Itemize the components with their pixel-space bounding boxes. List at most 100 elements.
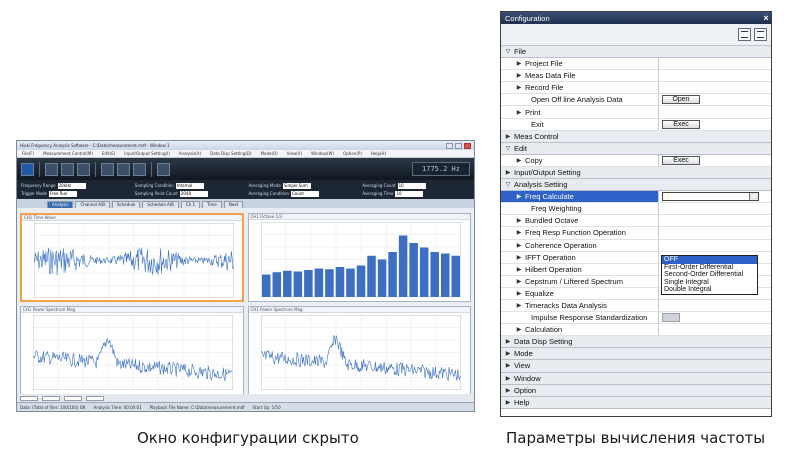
collapsed-arrow-icon[interactable]: ▶ — [515, 242, 523, 249]
exec-button[interactable]: Exec — [662, 155, 700, 165]
impulse-toggle-button[interactable] — [662, 313, 680, 323]
menu-item[interactable]: File(F) — [22, 151, 34, 156]
collapsed-arrow-icon[interactable]: ▶ — [504, 399, 512, 406]
collapse-all-icon[interactable] — [754, 28, 767, 41]
menu-item[interactable]: Measurement Control(M) — [43, 151, 93, 156]
chevron-down-icon[interactable]: ▼ — [749, 193, 758, 201]
config-row-timeracks-data-analysis[interactable]: ▶ Timeracks Data Analysis — [501, 299, 771, 313]
collapsed-arrow-icon[interactable]: ▶ — [504, 362, 512, 369]
config-row-meas-data-file[interactable]: ▶ Meas Data File — [501, 70, 771, 83]
config-row-freq-calculate[interactable]: ▶ Freq Calculate OFF ▼ — [501, 191, 771, 204]
control-box[interactable] — [64, 395, 82, 401]
config-row-option[interactable]: ▶ Option — [501, 384, 771, 397]
tab-next[interactable]: Next — [223, 201, 244, 208]
param-value[interactable]: 2048 — [179, 190, 208, 197]
minimize-button[interactable] — [446, 142, 453, 149]
octave-plot[interactable]: CH1 Octave 1/3 — [247, 213, 471, 302]
config-row-input-output-setting[interactable]: ▶ Input/Output Setting — [501, 166, 771, 180]
config-row-record-file[interactable]: ▶ Record File — [501, 82, 771, 95]
tab-schedule-a-b[interactable]: Schedule A/B — [142, 201, 179, 208]
control-box[interactable] — [20, 395, 38, 401]
tab-ch-1[interactable]: Ch 1 — [180, 201, 201, 208]
collapsed-arrow-icon[interactable]: ▶ — [515, 193, 523, 200]
collapsed-arrow-icon[interactable]: ▶ — [504, 169, 512, 176]
config-row-edit[interactable]: ▽ Edit — [501, 142, 771, 155]
collapsed-arrow-icon[interactable]: ▶ — [515, 290, 523, 297]
collapsed-arrow-icon[interactable]: ▶ — [504, 387, 512, 394]
dropdown-option[interactable]: First-Order Differential — [662, 264, 757, 272]
tab-schedule[interactable]: Schedule — [112, 201, 141, 208]
config-row-file[interactable]: ▽ File — [501, 46, 771, 59]
menu-item[interactable]: Window(W) — [311, 151, 334, 156]
menu-item[interactable]: Data Disp Setting(D) — [210, 151, 251, 156]
dropdown-option[interactable]: Single Integral — [662, 279, 757, 287]
config-row-freq-weighting[interactable]: Freq Weighting — [501, 203, 771, 216]
start-icon[interactable] — [21, 162, 34, 176]
menu-item[interactable]: Mode(O) — [261, 151, 278, 156]
collapsed-arrow-icon[interactable]: ▶ — [515, 254, 523, 261]
param-value[interactable]: Simple Sum — [282, 182, 311, 189]
save-icon[interactable] — [101, 162, 114, 176]
auto-icon[interactable] — [77, 162, 90, 176]
collapsed-arrow-icon[interactable]: ▶ — [504, 133, 512, 140]
menu-item[interactable]: Edit(E) — [102, 151, 115, 156]
collapsed-arrow-icon[interactable]: ▶ — [515, 217, 523, 224]
menu-item[interactable]: View(V) — [287, 151, 302, 156]
param-value[interactable]: Internal — [175, 182, 204, 189]
collapsed-arrow-icon[interactable]: ▶ — [515, 302, 523, 309]
config-row-view[interactable]: ▶ View — [501, 360, 771, 373]
collapsed-arrow-icon[interactable]: ▶ — [515, 266, 523, 273]
collapsed-arrow-icon[interactable]: ▶ — [515, 278, 523, 285]
param-value[interactable]: 20kHz — [57, 182, 86, 189]
menu-item[interactable]: Analysis(A) — [179, 151, 201, 156]
expanded-arrow-icon[interactable]: ▽ — [504, 145, 512, 152]
menu-item[interactable]: Input/Output Setting(I) — [124, 151, 170, 156]
menu-item[interactable]: Option(P) — [343, 151, 362, 156]
dropdown-option[interactable]: Second-Order Differential — [662, 271, 757, 279]
config-row-analysis-setting[interactable]: ▽ Analysis Setting — [501, 179, 771, 192]
config-row-open-off-line-analysis-data[interactable]: Open Off line Analysis Data Open — [501, 94, 771, 107]
config-row-copy[interactable]: ▶ Copy Exec — [501, 154, 771, 167]
collapsed-arrow-icon[interactable]: ▶ — [515, 84, 523, 91]
expand-all-icon[interactable] — [738, 28, 751, 41]
expanded-arrow-icon[interactable]: ▽ — [504, 181, 512, 188]
print-icon[interactable] — [117, 162, 130, 176]
tab-time[interactable]: Time — [202, 201, 222, 208]
collapsed-arrow-icon[interactable]: ▶ — [504, 375, 512, 382]
power-spectrum-plot-1[interactable]: CH1 Power Spectrum Mag — [20, 306, 244, 395]
collapsed-arrow-icon[interactable]: ▶ — [515, 109, 523, 116]
cursor-icon[interactable] — [157, 162, 170, 176]
single-icon[interactable] — [61, 162, 74, 176]
open-button[interactable]: Open — [662, 95, 700, 105]
control-box[interactable] — [86, 395, 104, 401]
config-row-data-disp-setting[interactable]: ▶ Data Disp Setting — [501, 336, 771, 349]
config-row-project-file[interactable]: ▶ Project File — [501, 58, 771, 71]
param-value[interactable]: Free Run — [48, 190, 77, 197]
dropdown-option[interactable]: OFF — [662, 256, 757, 264]
collapsed-arrow-icon[interactable]: ▶ — [515, 229, 523, 236]
expanded-arrow-icon[interactable]: ▽ — [504, 48, 512, 55]
config-row-meas-control[interactable]: ▶ Meas Control — [501, 130, 771, 143]
layout-icon[interactable] — [133, 162, 146, 176]
config-row-bundled-octave[interactable]: ▶ Bundled Octave — [501, 215, 771, 228]
exec-button[interactable]: Exec — [662, 119, 700, 129]
freq-calculate-select[interactable]: OFF ▼ — [662, 192, 759, 202]
power-spectrum-plot-2[interactable]: CH1 Power Spectrum Mag — [247, 306, 471, 395]
config-row-exit[interactable]: Exit Exec — [501, 118, 771, 131]
config-row-help[interactable]: ▶ Help — [501, 396, 771, 409]
collapsed-arrow-icon[interactable]: ▶ — [504, 338, 512, 345]
tab-channel-a-b[interactable]: Channel A/B — [75, 201, 111, 208]
time-wave-plot[interactable]: CH1 Time Wave — [20, 213, 244, 302]
menu-item[interactable]: Help(H) — [371, 151, 386, 156]
param-value[interactable]: 10 — [397, 182, 426, 189]
config-row-window[interactable]: ▶ Window — [501, 372, 771, 385]
config-row-impulse-response-standardization[interactable]: Impulse Response Standardization — [501, 312, 771, 325]
close-window-button[interactable] — [464, 142, 471, 149]
config-row-freq-resp-function-operation[interactable]: ▶ Freq Resp Function Operation — [501, 227, 771, 240]
control-box[interactable] — [42, 395, 60, 401]
collapsed-arrow-icon[interactable]: ▶ — [515, 72, 523, 79]
tab-analysis[interactable]: Analysis — [47, 201, 74, 208]
collapsed-arrow-icon[interactable]: ▶ — [515, 60, 523, 67]
config-row-calculation[interactable]: ▶ Calculation — [501, 324, 771, 337]
config-row-print[interactable]: ▶ Print — [501, 106, 771, 119]
